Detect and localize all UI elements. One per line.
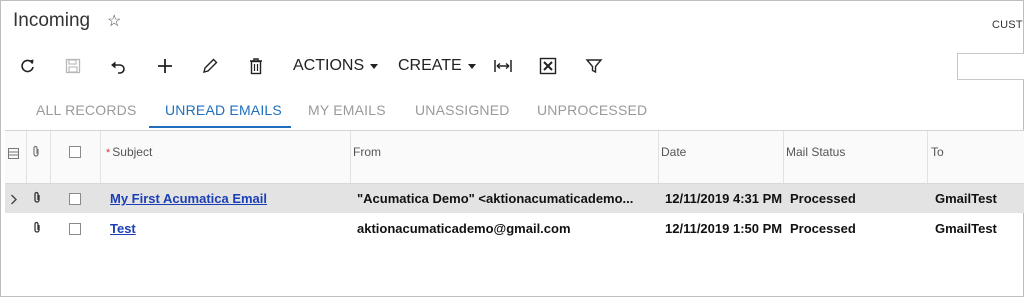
date-cell: 12/11/2019 1:50 PM bbox=[665, 221, 782, 236]
from-cell: "Acumatica Demo" <aktionacumaticademo... bbox=[357, 191, 634, 206]
filter-icon[interactable] bbox=[584, 56, 604, 76]
column-header-to[interactable]: To bbox=[931, 145, 944, 159]
column-header-mail-status[interactable]: Mail Status bbox=[786, 145, 845, 159]
select-all-checkbox[interactable] bbox=[69, 146, 81, 158]
add-icon[interactable] bbox=[155, 56, 175, 76]
required-marker: * bbox=[106, 147, 111, 159]
tab-unprocessed[interactable]: UNPROCESSED bbox=[537, 102, 647, 118]
create-label: CREATE bbox=[398, 57, 462, 74]
from-cell: aktionacumaticademo@gmail.com bbox=[357, 221, 571, 236]
delete-icon[interactable] bbox=[246, 56, 266, 76]
column-header-subject[interactable]: * Subject bbox=[106, 145, 152, 159]
column-header-from[interactable]: From bbox=[353, 145, 381, 159]
to-cell: GmailTest bbox=[935, 221, 997, 236]
tab-unread-emails[interactable]: UNREAD EMAILS bbox=[165, 102, 282, 118]
subject-link[interactable]: Test bbox=[110, 221, 345, 236]
page-title: Incoming bbox=[13, 10, 91, 31]
subject-link[interactable]: My First Acumatica Email bbox=[110, 191, 345, 206]
column-header-date[interactable]: Date bbox=[661, 145, 686, 159]
status-cell: Processed bbox=[790, 191, 856, 206]
active-tab-indicator bbox=[149, 126, 291, 128]
date-cell: 12/11/2019 4:31 PM bbox=[665, 191, 782, 206]
table-row[interactable]: My First Acumatica Email "Acumatica Demo… bbox=[5, 184, 1024, 213]
emails-grid: * Subject From Date Mail Status To My Fir… bbox=[5, 130, 1024, 243]
grid-header: * Subject From Date Mail Status To bbox=[5, 131, 1024, 184]
tab-unassigned[interactable]: UNASSIGNED bbox=[415, 102, 510, 118]
status-cell: Processed bbox=[790, 221, 856, 236]
row-expand-chevron-icon[interactable] bbox=[10, 192, 18, 210]
attachment-icon[interactable] bbox=[32, 221, 42, 239]
save-icon bbox=[63, 56, 83, 76]
undo-icon[interactable] bbox=[108, 56, 128, 76]
attachment-header-icon bbox=[31, 145, 41, 163]
chevron-down-icon bbox=[467, 63, 476, 69]
search-input[interactable] bbox=[957, 53, 1024, 80]
attachment-icon[interactable] bbox=[32, 191, 42, 209]
actions-menu-button[interactable]: ACTIONS bbox=[293, 57, 379, 75]
to-cell: GmailTest bbox=[935, 191, 997, 206]
create-menu-button[interactable]: CREATE bbox=[398, 57, 476, 75]
chevron-down-icon bbox=[370, 63, 379, 69]
customization-menu[interactable]: CUST bbox=[992, 19, 1023, 31]
tab-my-emails[interactable]: MY EMAILS bbox=[308, 102, 386, 118]
excel-export-icon[interactable] bbox=[538, 56, 558, 76]
row-checkbox[interactable] bbox=[69, 193, 81, 205]
row-checkbox[interactable] bbox=[69, 223, 81, 235]
table-row[interactable]: Test aktionacumaticademo@gmail.com 12/11… bbox=[5, 214, 1024, 243]
favorite-star-icon[interactable]: ☆ bbox=[107, 11, 121, 31]
tab-all-records[interactable]: ALL RECORDS bbox=[36, 102, 137, 118]
edit-icon[interactable] bbox=[200, 56, 220, 76]
row-menu-icon[interactable] bbox=[8, 146, 19, 164]
refresh-icon[interactable] bbox=[18, 56, 38, 76]
fit-columns-icon[interactable] bbox=[493, 56, 513, 76]
actions-label: ACTIONS bbox=[293, 57, 365, 74]
